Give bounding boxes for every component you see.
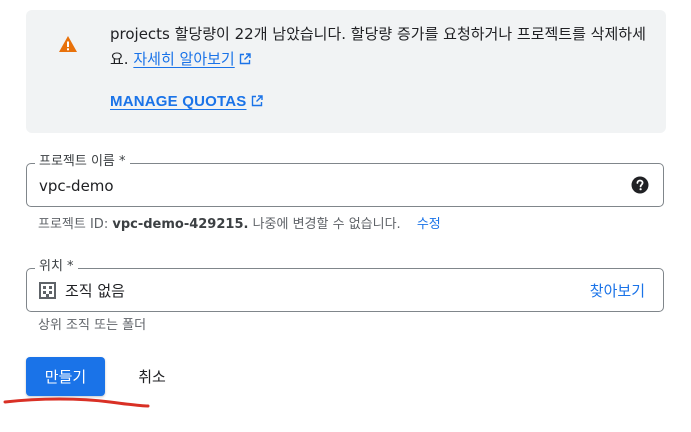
red-underline-annotation <box>3 397 150 408</box>
external-link-icon <box>251 95 263 107</box>
building-icon <box>39 282 56 299</box>
project-id-value: vpc-demo-429215. <box>112 217 249 232</box>
external-link-icon <box>239 53 251 65</box>
create-button[interactable]: 만들기 <box>26 357 105 396</box>
help-icon[interactable] <box>631 176 649 194</box>
project-name-input[interactable]: vpc-demo <box>39 176 114 196</box>
project-id-note: 나중에 변경할 수 없습니다. <box>252 217 401 232</box>
learn-more-link[interactable]: 자세히 알아보기 <box>133 50 251 68</box>
manage-quotas-label: MANAGE QUOTAS <box>110 93 247 110</box>
project-name-label: 프로젝트 이름 * <box>35 154 130 170</box>
project-id-prefix: 프로젝트 ID: <box>38 217 109 232</box>
learn-more-label: 자세히 알아보기 <box>133 50 235 68</box>
manage-quotas-link[interactable]: MANAGE QUOTAS <box>110 93 263 110</box>
location-hint: 상위 조직 또는 폴더 <box>38 318 147 333</box>
edit-project-id-link[interactable]: 수정 <box>417 217 441 232</box>
location-value: 조직 없음 <box>65 282 125 300</box>
warning-icon <box>59 36 77 52</box>
project-id-hint: 프로젝트 ID: vpc-demo-429215. 나중에 변경할 수 없습니다… <box>38 216 441 234</box>
location-field[interactable]: 위치 * 조직 없음 찾아보기 <box>26 259 664 312</box>
cancel-button[interactable]: 취소 <box>122 357 182 396</box>
quota-warning-banner: projects 할당량이 22개 남았습니다. 할당량 증가를 요청하거나 프… <box>26 10 666 133</box>
location-label: 위치 * <box>35 259 78 275</box>
quota-message-block: projects 할당량이 22개 남았습니다. 할당량 증가를 요청하거나 프… <box>110 22 650 72</box>
create-project-form: projects 할당량이 22개 남았습니다. 할당량 증가를 요청하거나 프… <box>0 0 691 432</box>
project-name-field[interactable]: 프로젝트 이름 * vpc-demo <box>26 154 664 207</box>
browse-button[interactable]: 찾아보기 <box>590 281 645 301</box>
